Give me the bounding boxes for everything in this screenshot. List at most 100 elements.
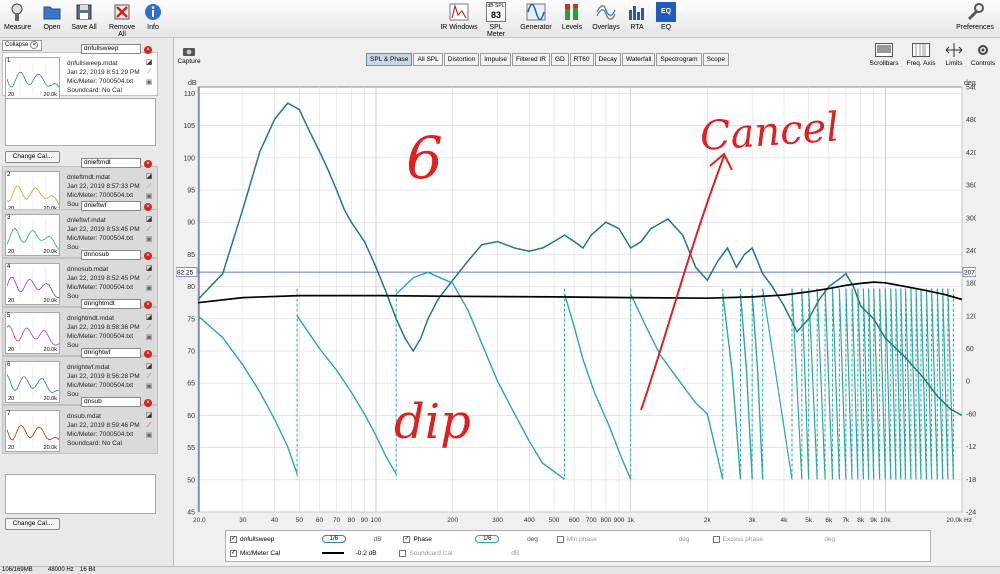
lock-icon[interactable]: ▣: [145, 383, 153, 391]
y2-tick-label: -120: [966, 444, 976, 451]
change-cal-button-bottom[interactable]: Change Cal...: [5, 518, 60, 530]
spl-meter-button[interactable]: dB SPL 83 SPL Meter: [480, 2, 512, 38]
y-tick-label: 50: [187, 477, 195, 484]
open-button[interactable]: Open: [41, 2, 63, 31]
measurement-name-field[interactable]: dnleftwf: [81, 201, 141, 211]
measurement-thumbnail: 4 20 20.0k: [5, 263, 60, 305]
y-tick-label: 110: [184, 91, 195, 98]
lock-icon[interactable]: ▣: [145, 334, 153, 342]
tab-distortion[interactable]: Distortion: [443, 53, 480, 66]
levels-button[interactable]: Levels: [560, 2, 584, 31]
freq-axis-button[interactable]: Freq. Axis: [905, 43, 937, 67]
cal-checkbox[interactable]: ✓: [230, 549, 237, 557]
graph-icon[interactable]: ◪: [145, 173, 153, 181]
freq-axis-icon: [912, 43, 930, 57]
notes-box[interactable]: [5, 98, 156, 146]
thumbnail-plot: [7, 416, 60, 448]
remove-measurement-icon[interactable]: ×: [144, 203, 152, 211]
graph-icon[interactable]: ◪: [145, 59, 153, 67]
remove-all-button[interactable]: Remove All: [105, 2, 139, 38]
y2-tick-label: 420: [966, 150, 976, 157]
tab-decay[interactable]: Decay: [594, 53, 621, 66]
spl-smoothing-icon[interactable]: 1/6: [321, 535, 346, 544]
min-phase-checkbox[interactable]: [556, 535, 564, 543]
remove-measurement-icon[interactable]: ×: [144, 399, 152, 407]
spl-checkbox[interactable]: ✓: [230, 535, 237, 543]
tab-filtered-ir[interactable]: Filtered IR: [512, 53, 550, 66]
scrollbars-button[interactable]: Scrollbars: [868, 43, 900, 67]
measure-button[interactable]: Measure: [4, 2, 31, 31]
phase-smoothing-icon[interactable]: 1/6: [475, 535, 500, 544]
annotation-cancel: Cancel: [698, 104, 840, 160]
tab-spl-phase[interactable]: SPL & Phase: [366, 53, 413, 66]
limits-label: Limits: [945, 60, 963, 67]
trace-color-icon[interactable]: ⟋: [145, 422, 153, 430]
trace-color-icon[interactable]: ⟋: [145, 226, 153, 234]
tab-spectrogram[interactable]: Spectrogram: [656, 53, 702, 66]
ir-windows-button[interactable]: IR Windows: [440, 2, 478, 31]
graph-icon[interactable]: ◪: [145, 412, 153, 420]
tab-scope[interactable]: Scope: [702, 53, 730, 66]
lock-icon[interactable]: ▣: [145, 432, 153, 440]
lock-icon[interactable]: ▣: [145, 193, 153, 201]
info-button[interactable]: Info: [143, 2, 163, 31]
phase-checkbox[interactable]: ✓: [403, 535, 411, 543]
save-all-button[interactable]: Save All: [70, 2, 98, 31]
trace-color-icon[interactable]: ⟋: [145, 183, 153, 191]
preferences-button[interactable]: Preferences: [955, 2, 995, 31]
measurement-date: Jan 22, 2019 8:53:45 PM: [67, 226, 140, 233]
overlays-button[interactable]: Overlays: [591, 2, 621, 31]
change-cal-button[interactable]: Change Cal...: [5, 151, 60, 163]
change-cal-label: Change Cal...: [12, 153, 53, 160]
spl-phase-graph[interactable]: 4550556065707580859095100105110dB-240-18…: [176, 78, 976, 524]
eq-button[interactable]: EQ EQ: [654, 2, 678, 31]
tab-all-spl[interactable]: All SPL: [413, 53, 443, 66]
info-label: Info: [147, 24, 159, 31]
trace-color-icon[interactable]: ⟋: [145, 275, 153, 283]
trace-color-icon[interactable]: ⟋: [145, 69, 153, 77]
tab-waterfall[interactable]: Waterfall: [621, 53, 656, 66]
trace-color-icon[interactable]: ⟋: [145, 324, 153, 332]
y-tick-label: 65: [187, 381, 195, 388]
lock-icon[interactable]: ▣: [145, 236, 153, 244]
rta-button[interactable]: RTA: [627, 2, 647, 31]
tab-impulse[interactable]: Impulse: [480, 53, 511, 66]
measurement-name-field[interactable]: dnsub: [81, 397, 141, 407]
remove-measurement-icon[interactable]: ×: [144, 160, 152, 168]
graph-icon[interactable]: ◪: [145, 363, 153, 371]
graph-icon[interactable]: ◪: [145, 314, 153, 322]
x-tick-label: 90: [361, 517, 369, 524]
collapse-button[interactable]: Collapse «: [2, 40, 42, 51]
spl-badge-top: dB SPL: [487, 3, 505, 9]
graph-icon[interactable]: ◪: [145, 216, 153, 224]
measurement-item[interactable]: 7 20 20.0k dnsub × dnsub.mdat Jan 22, 2019 8:5…: [2, 397, 158, 454]
trace-color-icon[interactable]: ⟋: [145, 373, 153, 381]
notes-box-bottom[interactable]: [5, 474, 156, 514]
excess-phase-checkbox[interactable]: [712, 535, 720, 543]
limits-button[interactable]: Limits: [943, 43, 965, 67]
remove-measurement-icon[interactable]: ×: [144, 301, 152, 309]
measurement-name-field[interactable]: dnrightmdt: [81, 299, 141, 309]
measurement-name-field[interactable]: dnfullsweep: [81, 44, 141, 54]
measurement-item[interactable]: 1 20 20.0k dnfullsweep × dnfullsweep.mdat Jan …: [2, 44, 158, 99]
y2-tick-label: 360: [966, 183, 976, 190]
measurement-date: Jan 22, 2019 8:56:28 PM: [67, 373, 140, 380]
lock-icon[interactable]: ▣: [145, 79, 153, 87]
controls-button[interactable]: Controls: [970, 43, 996, 67]
remove-measurement-icon[interactable]: ×: [144, 350, 152, 358]
graph-icon[interactable]: ◪: [145, 265, 153, 273]
tab-gd[interactable]: GD: [550, 53, 569, 66]
tab-rt60[interactable]: RT60: [569, 53, 594, 66]
measurement-name-field[interactable]: dnrightwf: [81, 348, 141, 358]
legend-min-phase: Min phase: [566, 536, 597, 543]
measurement-name-field[interactable]: dnnosub: [81, 250, 141, 260]
remove-measurement-icon[interactable]: ×: [144, 252, 152, 260]
soundcard-cal-checkbox[interactable]: [399, 549, 407, 557]
generator-button[interactable]: Generator: [520, 2, 552, 31]
measurement-name-field[interactable]: dnleftmdt: [81, 158, 141, 168]
rta-label: RTA: [630, 24, 644, 31]
remove-measurement-icon[interactable]: ×: [144, 46, 152, 54]
capture-button[interactable]: Capture: [176, 46, 202, 65]
folder-icon: [43, 6, 61, 20]
lock-icon[interactable]: ▣: [145, 285, 153, 293]
